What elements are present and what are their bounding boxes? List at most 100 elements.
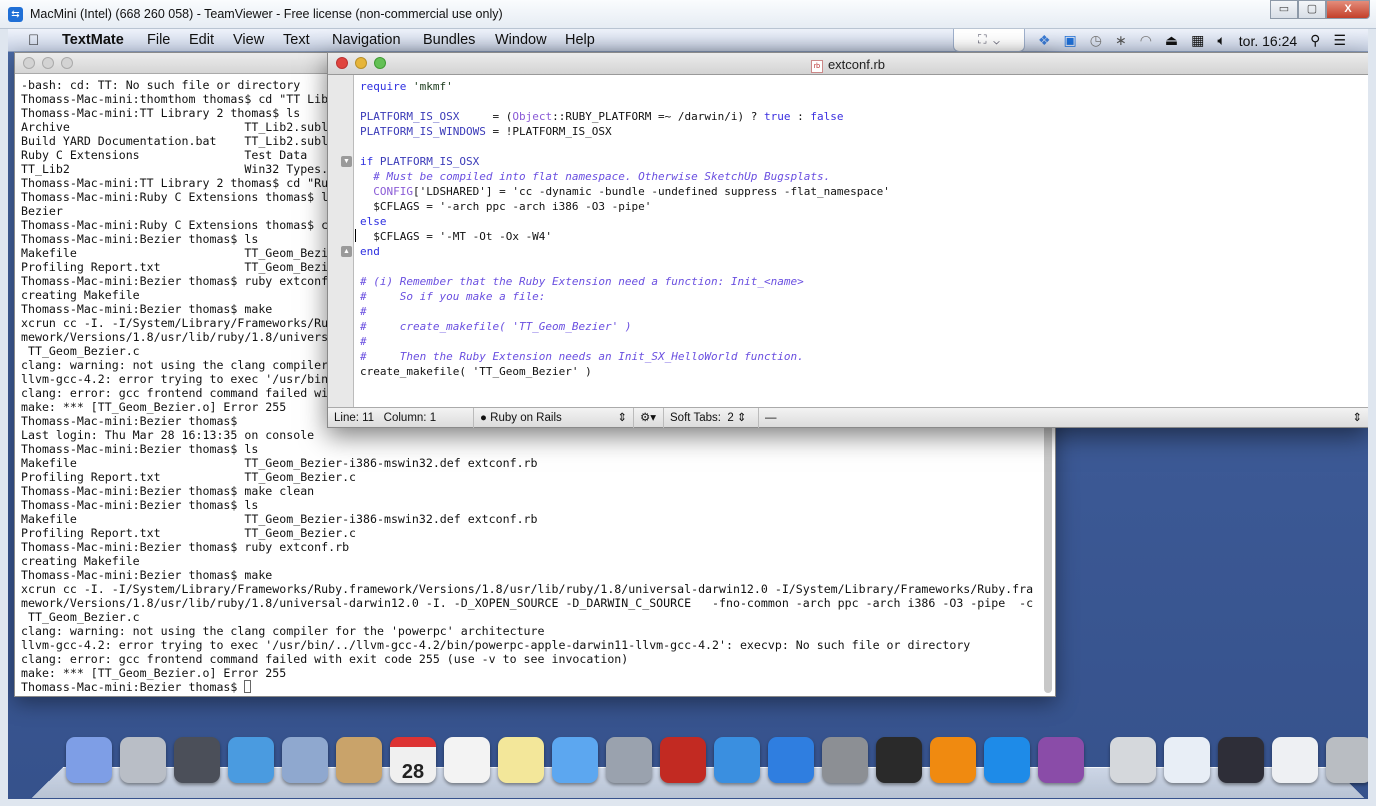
- code-token: # create_makefile( 'TT_Geom_Bezier' ): [360, 320, 632, 333]
- code-token: # So if you make a file:: [360, 290, 545, 303]
- code-line: # (i) Remember that the Ruby Extension n…: [360, 274, 890, 289]
- remote-desktop[interactable]:  TextMate File Edit View Text Navigatio…: [8, 29, 1368, 799]
- code-token: #: [360, 335, 367, 348]
- dock-minimized-finder-icon[interactable]: [1272, 737, 1318, 783]
- minimize-button[interactable]: ▭: [1270, 0, 1298, 19]
- soft-tabs-label: Soft Tabs:: [670, 412, 721, 424]
- code-line: CONFIG['LDSHARED'] = 'cc -dynamic -bundl…: [360, 184, 890, 199]
- column-number: Column: 1: [384, 412, 436, 424]
- menu-navigation[interactable]: Navigation: [332, 32, 401, 48]
- terminal-line: clang: warning: not using the clang comp…: [21, 624, 1033, 638]
- code-line: PLATFORM_IS_OSX = (Object::RUBY_PLATFORM…: [360, 109, 890, 124]
- keyboard-viewer-icon[interactable]: ▦: [1191, 32, 1204, 49]
- terminal-scrollbar[interactable]: [1044, 413, 1052, 693]
- terminal-line: Thomass-Mac-mini:Bezier thomas$ ruby ext…: [21, 540, 1033, 554]
- menu-help[interactable]: Help: [565, 32, 595, 48]
- text-caret: [355, 229, 356, 242]
- dock-system-preferences-icon[interactable]: [822, 737, 868, 783]
- time-machine-icon[interactable]: ◷: [1090, 32, 1102, 49]
- dock-trash-icon[interactable]: [1326, 737, 1368, 783]
- tab-size-value: 2: [727, 412, 733, 424]
- dock-itunes-icon[interactable]: [714, 737, 760, 783]
- dock-mission-control-icon[interactable]: [174, 737, 220, 783]
- terminal-line: Thomass-Mac-mini:Bezier thomas$ make cle…: [21, 484, 1033, 498]
- dock-app-store-icon[interactable]: [768, 737, 814, 783]
- code-line: #: [360, 304, 890, 319]
- code-token: $CFLAGS = '-arch ppc -arch i386 -O3 -pip…: [360, 200, 651, 213]
- dock-facetime-icon[interactable]: [606, 737, 652, 783]
- dock-minimized-teamviewer-icon[interactable]: [1164, 737, 1210, 783]
- dock-minimized-safari-icon[interactable]: [1218, 737, 1264, 783]
- volume-icon[interactable]: 🔈︎: [1217, 32, 1225, 49]
- restore-button[interactable]: ▢: [1298, 0, 1326, 19]
- zoom-icon[interactable]: [61, 57, 73, 69]
- dock-notes-icon[interactable]: [498, 737, 544, 783]
- menu-bundles[interactable]: Bundles: [423, 32, 475, 48]
- dropbox-icon[interactable]: ❖: [1038, 32, 1051, 49]
- dock-photo-booth-icon[interactable]: [660, 737, 706, 783]
- menu-file[interactable]: File: [147, 32, 170, 48]
- code-line: require 'mkmf': [360, 79, 890, 94]
- code-token: # (i) Remember that the Ruby Extension n…: [360, 275, 804, 288]
- code-token: = !PLATFORM_IS_OSX: [486, 125, 612, 138]
- dock-finder-icon[interactable]: [66, 737, 112, 783]
- code-line: create_makefile( 'TT_Geom_Bezier' ): [360, 364, 890, 379]
- gear-icon[interactable]: ⚙▾: [634, 408, 664, 428]
- bluetooth-icon[interactable]: ∗: [1115, 32, 1127, 49]
- terminal-line: Thomass-Mac-mini:Bezier thomas$ ls: [21, 442, 1033, 456]
- code-editor[interactable]: require 'mkmf' PLATFORM_IS_OSX = (Object…: [360, 79, 890, 379]
- clock[interactable]: tor. 16:24: [1239, 33, 1297, 49]
- teamviewer-icon[interactable]: ▣: [1064, 32, 1077, 49]
- teamviewer-panel-tab[interactable]: ⛶ ⌄: [953, 29, 1025, 52]
- code-token: # Must be compiled into flat namespace. …: [360, 170, 830, 183]
- notification-center-icon[interactable]: ☰: [1333, 32, 1346, 49]
- dock-launchpad-icon[interactable]: [120, 737, 166, 783]
- apple-menu-icon[interactable]: : [28, 32, 39, 49]
- textmate-window[interactable]: rb extconf.rb ▼ ▲ require 'mkmf' PLATFORM…: [327, 52, 1368, 428]
- terminal-line: Thomass-Mac-mini:Bezier thomas$ ls: [21, 498, 1033, 512]
- menu-window[interactable]: Window: [495, 32, 547, 48]
- dock-reminders-icon[interactable]: [444, 737, 490, 783]
- menu-edit[interactable]: Edit: [189, 32, 214, 48]
- dock-teamviewer-icon[interactable]: [984, 737, 1030, 783]
- spotlight-icon[interactable]: ⚲: [1310, 32, 1320, 49]
- symbol-label: —: [765, 412, 777, 424]
- wifi-icon[interactable]: ◠: [1140, 32, 1152, 49]
- code-token: #: [360, 305, 367, 318]
- menu-app-name[interactable]: TextMate: [62, 32, 124, 48]
- code-token: [360, 185, 373, 198]
- gutter[interactable]: ▼ ▲: [328, 75, 354, 409]
- code-token: false: [810, 110, 843, 123]
- code-line: $CFLAGS = '-MT -Ot -Ox -W4': [360, 229, 890, 244]
- minimize-icon[interactable]: [42, 57, 54, 69]
- menu-view[interactable]: View: [233, 32, 264, 48]
- close-button[interactable]: X: [1326, 0, 1370, 19]
- dock-contacts-icon[interactable]: [336, 737, 382, 783]
- fold-start-icon[interactable]: ▼: [341, 156, 352, 167]
- fold-end-icon[interactable]: ▲: [341, 246, 352, 257]
- dock-calendar-icon[interactable]: 28: [390, 737, 436, 783]
- code-line: $CFLAGS = '-arch ppc -arch i386 -O3 -pip…: [360, 199, 890, 214]
- language-select[interactable]: ● Ruby on Rails ⇕: [474, 408, 634, 428]
- menu-text[interactable]: Text: [283, 32, 310, 48]
- dock-vlc-icon[interactable]: [930, 737, 976, 783]
- soft-tabs-select[interactable]: Soft Tabs: 2 ⇕: [664, 408, 759, 428]
- close-icon[interactable]: [23, 57, 35, 69]
- code-token: end: [360, 245, 380, 258]
- dock-safari-icon[interactable]: [228, 737, 274, 783]
- dock-terminal-icon[interactable]: [876, 737, 922, 783]
- dock-documents-stack-icon[interactable]: [1110, 737, 1156, 783]
- dock: 28: [48, 729, 1348, 799]
- eject-icon[interactable]: ⏏: [1165, 32, 1178, 49]
- mac-menubar:  TextMate File Edit View Text Navigatio…: [8, 29, 1368, 52]
- symbol-select[interactable]: — ⇕: [759, 408, 1368, 428]
- dock-messages-icon[interactable]: [552, 737, 598, 783]
- terminal-prompt[interactable]: Thomass-Mac-mini:Bezier thomas$: [21, 680, 1033, 694]
- terminal-line: Makefile TT_Geom_Bezier-i386-mswin32.def…: [21, 456, 1033, 470]
- code-token: # Then the Ruby Extension needs an Init_…: [360, 350, 804, 363]
- dock-mail-icon[interactable]: [282, 737, 328, 783]
- code-token: Object: [512, 110, 552, 123]
- dock-textmate-icon[interactable]: [1038, 737, 1084, 783]
- terminal-line: Last login: Thu Mar 28 16:13:35 on conso…: [21, 428, 1033, 442]
- line-number: Line: 11: [334, 412, 374, 424]
